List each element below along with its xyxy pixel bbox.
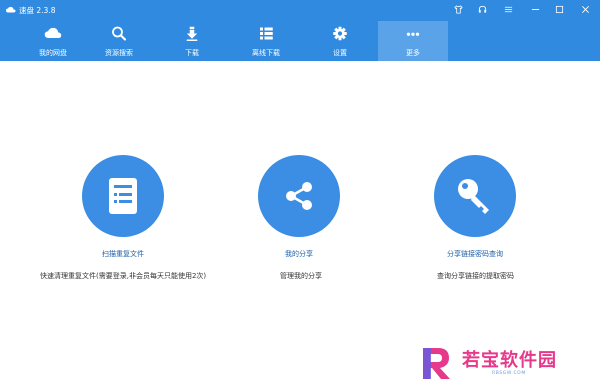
more-icon <box>406 32 420 36</box>
share-password-desc: 查询分享链接的提取密码 <box>437 272 514 280</box>
nav-label: 下载 <box>185 49 199 57</box>
my-share-title: 我的分享 <box>285 250 313 258</box>
share-password-title: 分享链接密码查询 <box>447 250 503 258</box>
download-icon <box>186 26 198 41</box>
scan-duplicates-desc: 快速清理重复文件(需要登录,非会员每天只能使用2次) <box>40 272 207 280</box>
nav-item-offline-download[interactable]: 离线下载 <box>231 21 301 61</box>
nav-label: 更多 <box>406 49 420 57</box>
menu-icon <box>504 6 512 13</box>
scan-duplicates-button[interactable] <box>82 155 164 237</box>
my-share-card[interactable]: 我的分享 <box>258 155 340 259</box>
scan-duplicates-title: 扫描重复文件 <box>102 250 144 258</box>
headset-icon <box>478 5 486 13</box>
skin-button[interactable] <box>450 3 466 16</box>
key-icon <box>458 179 489 214</box>
nav-item-my-drive[interactable]: 我的网盘 <box>18 21 88 61</box>
nav-label: 我的网盘 <box>39 49 67 57</box>
document-list-icon <box>109 178 137 214</box>
my-share-button[interactable] <box>258 155 340 237</box>
maximize-icon <box>555 5 563 14</box>
watermark-sub: RBSGW.COM <box>492 371 526 376</box>
title-bar: 速盘 2.3.8 <box>0 0 600 20</box>
share-password-card[interactable]: 分享链接密码查询 <box>434 155 516 259</box>
watermark: 若宝软件园 RBSGW.COM <box>418 343 588 383</box>
my-share-desc: 管理我的分享 <box>280 272 322 280</box>
top-bar: 速盘 2.3.8 我的网盘 资源搜索 下载 离线下载 设置 更多 <box>0 0 600 61</box>
search-icon <box>112 26 127 41</box>
nav-label: 资源搜索 <box>105 49 133 57</box>
close-icon <box>581 6 589 13</box>
feedback-button[interactable] <box>474 3 490 16</box>
app-title: 速盘 2.3.8 <box>19 6 56 15</box>
shirt-icon <box>453 5 463 14</box>
gear-icon <box>333 26 347 41</box>
close-button[interactable] <box>577 3 593 16</box>
menu-button[interactable] <box>500 3 516 16</box>
nav-item-settings[interactable]: 设置 <box>305 21 375 61</box>
share-password-button[interactable] <box>434 155 516 237</box>
share-icon <box>286 182 312 210</box>
nav-label: 离线下载 <box>252 49 280 57</box>
watermark-logo-icon <box>423 348 450 379</box>
scan-duplicates-card[interactable]: 扫描重复文件 <box>82 155 164 259</box>
nav-item-resource-search[interactable]: 资源搜索 <box>84 21 154 61</box>
list-icon <box>260 27 273 40</box>
minimize-icon <box>531 9 539 10</box>
nav-item-more[interactable]: 更多 <box>378 21 448 61</box>
nav-item-download[interactable]: 下载 <box>157 21 227 61</box>
watermark-text: 若宝软件园 <box>462 350 557 371</box>
app-logo-icon <box>6 6 16 13</box>
cloud-icon <box>44 27 62 38</box>
nav-label: 设置 <box>333 49 347 57</box>
maximize-button[interactable] <box>551 3 567 16</box>
minimize-button[interactable] <box>527 3 543 16</box>
main-nav: 我的网盘 资源搜索 下载 离线下载 设置 更多 <box>0 21 600 61</box>
